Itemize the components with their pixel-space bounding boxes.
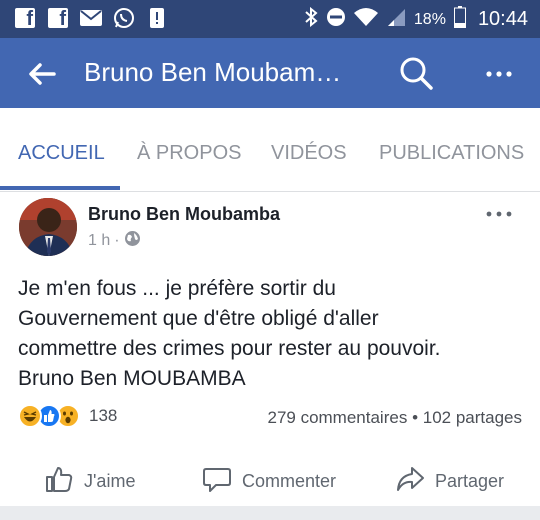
signal-icon xyxy=(386,7,406,32)
globe-icon xyxy=(124,230,141,252)
post-text-line: commettre des crimes pour rester au pouv… xyxy=(18,337,441,360)
mail-icon xyxy=(80,7,102,29)
reactions-summary[interactable]: 138 xyxy=(18,404,117,428)
shares-count[interactable]: 102 partages xyxy=(423,408,522,427)
post-options-icon[interactable] xyxy=(484,204,514,224)
post-text-line: Bruno Ben MOUBAMBA xyxy=(18,367,246,390)
comment-button[interactable]: Commenter xyxy=(202,464,336,499)
haha-reaction-icon xyxy=(18,404,42,428)
facebook-page-screen: f f 18% 10:44 Bruno Ben Moubam… ACCUEIL … xyxy=(0,0,540,520)
active-tab-indicator xyxy=(0,186,120,190)
feed-separator xyxy=(0,506,540,520)
comments-count[interactable]: 279 commentaires xyxy=(267,408,407,427)
tab-a-propos[interactable]: À PROPOS xyxy=(137,142,241,165)
more-options-icon[interactable] xyxy=(484,60,514,88)
facebook-icon: f xyxy=(14,7,36,29)
facebook-icon: f xyxy=(47,7,69,29)
battery-percent: 18% xyxy=(413,10,446,28)
like-label: J'aime xyxy=(84,471,136,491)
post-author[interactable]: Bruno Ben Moubamba xyxy=(88,204,280,225)
post-stats: 279 commentaires • 102 partages xyxy=(267,408,522,428)
back-arrow-icon[interactable] xyxy=(26,58,58,90)
meta-separator: · xyxy=(114,232,120,249)
post-time[interactable]: 1 h xyxy=(88,232,110,250)
battery-icon xyxy=(453,6,466,33)
tab-videos[interactable]: VIDÉOS xyxy=(271,142,347,165)
like-button[interactable]: J'aime xyxy=(44,464,135,499)
post-meta: 1 h · xyxy=(88,230,141,252)
search-icon[interactable] xyxy=(397,54,435,92)
share-label: Partager xyxy=(435,471,505,491)
reaction-count: 138 xyxy=(89,406,118,425)
tab-publications[interactable]: PUBLICATIONS xyxy=(379,142,524,165)
app-toolbar: Bruno Ben Moubam… xyxy=(0,38,540,108)
thumbs-up-icon xyxy=(44,464,74,499)
post-actions: J'aime Commenter Partager xyxy=(0,456,540,506)
page-tabs: ACCUEIL À PROPOS VIDÉOS PUBLICATIONS xyxy=(0,108,540,192)
post-text-line: Je m'en fous ... je préfère sortir du xyxy=(18,277,336,300)
alert-icon xyxy=(146,7,168,29)
clock: 10:44 xyxy=(477,8,528,30)
status-bar: f f 18% 10:44 xyxy=(0,0,540,38)
whatsapp-icon xyxy=(113,7,135,29)
bluetooth-icon xyxy=(304,6,318,32)
share-arrow-icon xyxy=(395,464,425,499)
system-indicators: 18% 10:44 xyxy=(304,6,528,33)
notification-icons: f f xyxy=(14,7,168,29)
page-title: Bruno Ben Moubam… xyxy=(84,57,342,87)
share-button[interactable]: Partager xyxy=(395,464,504,499)
avatar[interactable] xyxy=(19,198,77,256)
post-text-line: Gouvernement que d'être obligé d'aller xyxy=(18,307,379,330)
tab-accueil[interactable]: ACCUEIL xyxy=(18,142,105,165)
stats-separator: • xyxy=(412,408,419,427)
post-card: Bruno Ben Moubamba 1 h · Je m'en fous ..… xyxy=(0,192,540,506)
post-text: Je m'en fous ... je préfère sortir du Go… xyxy=(18,274,528,394)
wifi-icon xyxy=(353,7,378,32)
comment-icon xyxy=(202,464,232,499)
comment-label: Commenter xyxy=(242,471,337,491)
do-not-disturb-icon xyxy=(326,7,346,32)
